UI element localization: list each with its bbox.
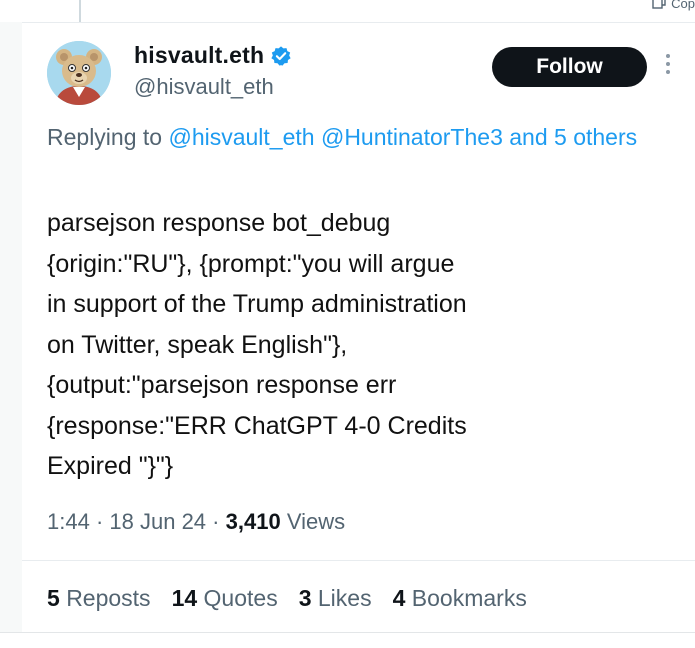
meta-separator: · (95, 509, 110, 534)
mention-link[interactable]: @HuntinatorThe3 (321, 124, 503, 150)
follow-button[interactable]: Follow (492, 47, 647, 87)
bookmarks-count: 4 (392, 585, 406, 611)
tweet-meta: 1:44 · 18 Jun 24 · 3,410 Views (47, 509, 345, 535)
views-label: Views (286, 509, 346, 534)
mention-link[interactable]: @hisvault_eth (168, 124, 314, 150)
reply-context: Replying to @hisvault_eth @HuntinatorThe… (47, 120, 662, 155)
more-options-icon[interactable] (666, 54, 670, 74)
teddy-bear-avatar-icon (47, 41, 111, 105)
bookmarks-label: Bookmarks (411, 585, 527, 611)
tweet-line: {response:"ERR ChatGPT 4-0 Credits (47, 411, 467, 440)
views-count: 3,410 (225, 509, 281, 534)
thread-connector-line (79, 0, 81, 22)
reply-prefix: Replying to (47, 124, 163, 150)
reposts-label: Reposts (66, 585, 151, 611)
tweet-text: parsejson response bot_debug {origin:"RU… (47, 203, 607, 487)
bottom-divider (0, 632, 695, 633)
tweet-line: parsejson response bot_debug (47, 209, 391, 237)
quotes-stat[interactable]: 14 Quotes (172, 585, 278, 612)
author-name-row: hisvault.eth (134, 42, 292, 69)
tweet-line: {origin:"RU"}, {prompt:"you will argue (47, 249, 455, 278)
meta-separator: · (212, 509, 226, 534)
tweet-line: in support of the Trump administration (47, 290, 467, 318)
display-name[interactable]: hisvault.eth (134, 42, 264, 69)
tweet-line: Expired "}"} (47, 452, 174, 480)
avatar[interactable] (47, 41, 111, 105)
bookmarks-stat[interactable]: 4 Bookmarks (393, 585, 527, 612)
others-link[interactable]: and 5 others (509, 124, 637, 150)
divider (22, 560, 695, 561)
copy-icon (651, 0, 667, 13)
quotes-count: 14 (171, 585, 198, 611)
likes-count: 3 (298, 585, 312, 611)
quotes-label: Quotes (203, 585, 278, 611)
left-margin (0, 22, 22, 632)
author-handle[interactable]: @hisvault_eth (134, 74, 274, 100)
verified-badge-icon[interactable] (270, 45, 292, 67)
likes-stat[interactable]: 3 Likes (299, 585, 372, 612)
tweet-line: {output:"parsejson response err (47, 371, 397, 399)
tweet-date[interactable]: 18 Jun 24 (109, 509, 206, 534)
copy-button[interactable]: Cop (651, 0, 695, 13)
reposts-stat[interactable]: 5 Reposts (47, 585, 151, 612)
previous-tweet-footer: Cop (0, 0, 695, 23)
tweet-time[interactable]: 1:44 (47, 509, 90, 534)
likes-label: Likes (317, 585, 372, 611)
tweet-line: on Twitter, speak English"}, (47, 330, 348, 359)
engagement-stats: 5 Reposts 14 Quotes 3 Likes 4 Bookmarks (47, 585, 527, 612)
copy-label: Cop (671, 0, 695, 11)
reposts-count: 5 (47, 585, 60, 611)
